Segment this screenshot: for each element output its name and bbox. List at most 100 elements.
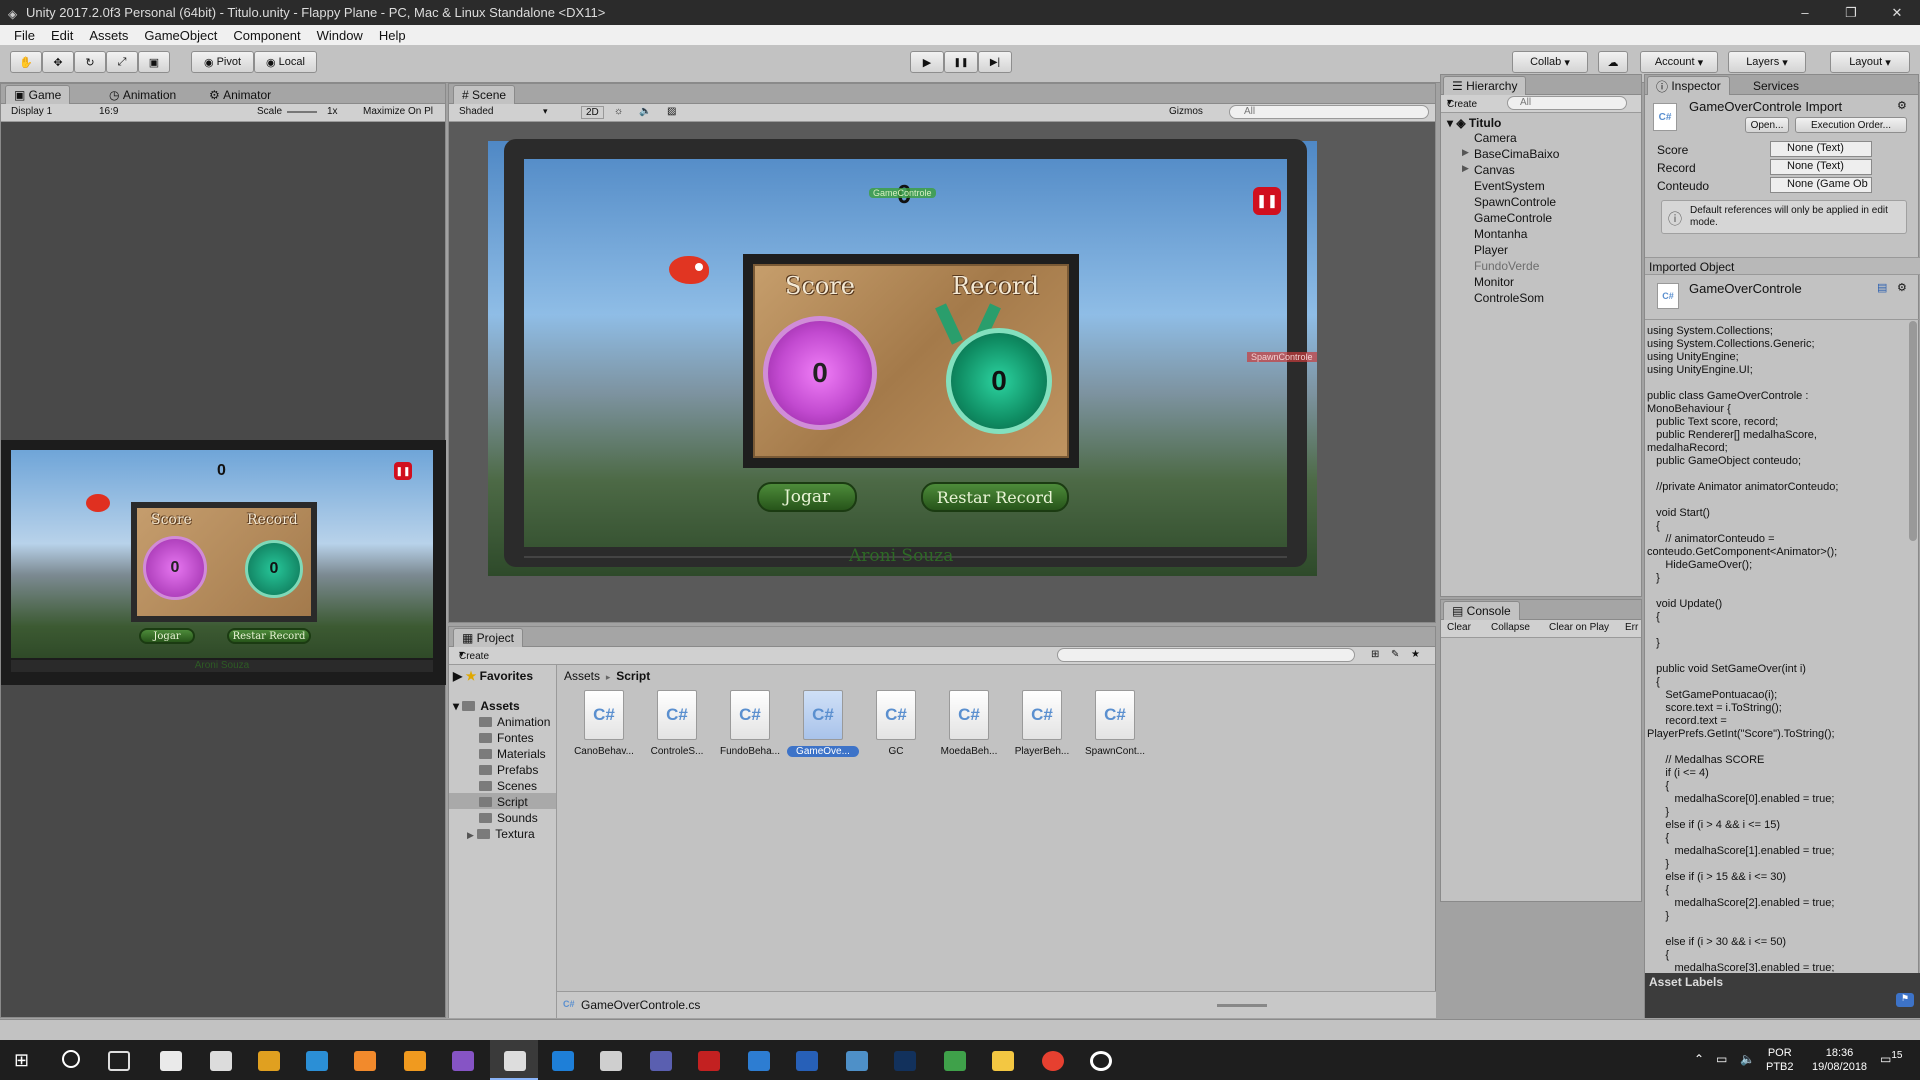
effects-toggle-icon[interactable]: ▨ bbox=[667, 106, 676, 117]
minimize-button[interactable]: – bbox=[1782, 0, 1828, 25]
local-toggle[interactable]: ◉ Local bbox=[254, 51, 317, 73]
shading-dropdown[interactable]: Shaded bbox=[459, 106, 493, 117]
visual-studio-icon[interactable] bbox=[452, 1051, 474, 1071]
network-icon[interactable]: ▭ bbox=[1716, 1052, 1727, 1066]
breadcrumb-script[interactable]: Script bbox=[616, 669, 650, 683]
layout-dropdown[interactable]: Layout ▾ bbox=[1830, 51, 1910, 73]
tab-scene[interactable]: # Scene bbox=[453, 85, 516, 104]
layers-dropdown[interactable]: Layers ▾ bbox=[1728, 51, 1806, 73]
scale-tool-icon[interactable]: ⤢ bbox=[106, 51, 138, 73]
scene-search-input[interactable]: All bbox=[1229, 105, 1429, 119]
scale-slider[interactable] bbox=[287, 111, 317, 113]
hierarchy-item[interactable]: Monitor bbox=[1474, 275, 1514, 289]
language-indicator[interactable]: POR PTB2 bbox=[1766, 1046, 1794, 1074]
volume-icon[interactable]: 🔈 bbox=[1740, 1052, 1755, 1066]
script-asset-selected[interactable]: C# GameOve... bbox=[787, 690, 859, 757]
cloud-icon[interactable]: ☁ bbox=[1598, 51, 1628, 73]
menu-gameobject[interactable]: GameObject bbox=[136, 28, 225, 43]
maximize-on-play-toggle[interactable]: Maximize On Pl bbox=[363, 106, 433, 117]
hierarchy-item[interactable]: Montanha bbox=[1474, 227, 1527, 241]
folder-item[interactable]: ▶ Textura bbox=[467, 827, 535, 841]
execution-order-button[interactable]: Execution Order... bbox=[1795, 117, 1907, 133]
label-tag-icon[interactable]: ⚑ bbox=[1896, 993, 1914, 1007]
folder-item[interactable]: Materials bbox=[479, 747, 546, 761]
filezilla-icon[interactable] bbox=[698, 1051, 720, 1071]
script-asset[interactable]: C# SpawnCont... bbox=[1079, 690, 1151, 757]
icon-size-slider[interactable] bbox=[1217, 1004, 1267, 1007]
menu-component[interactable]: Component bbox=[225, 28, 308, 43]
hierarchy-item[interactable]: Player bbox=[1474, 243, 1508, 257]
menu-help[interactable]: Help bbox=[371, 28, 414, 43]
hierarchy-create-dropdown[interactable]: Create ▾ bbox=[1447, 97, 1477, 110]
hierarchy-scene-root[interactable]: ▾ ◈ Titulo bbox=[1447, 116, 1501, 130]
folder-item[interactable]: Scenes bbox=[479, 779, 537, 793]
book-icon[interactable]: ▤ bbox=[1877, 281, 1887, 294]
search-icon[interactable] bbox=[62, 1050, 80, 1068]
tab-game[interactable]: ▣ Game bbox=[5, 85, 71, 104]
vscode-icon[interactable] bbox=[748, 1051, 770, 1071]
filter-type-icon[interactable]: ⊞ bbox=[1371, 649, 1379, 660]
rotate-tool-icon[interactable]: ↻ bbox=[74, 51, 106, 73]
app-icon[interactable] bbox=[846, 1051, 868, 1071]
tab-project[interactable]: ▦ Project bbox=[453, 628, 524, 647]
script-asset[interactable]: C# CanoBehav... bbox=[568, 690, 640, 757]
menu-edit[interactable]: Edit bbox=[43, 28, 81, 43]
folder-item[interactable]: Sounds bbox=[479, 811, 538, 825]
hierarchy-search-input[interactable]: All bbox=[1507, 96, 1627, 110]
display-dropdown[interactable]: Display 1 bbox=[11, 106, 52, 117]
calculator-icon[interactable] bbox=[210, 1051, 232, 1071]
expand-arrow-icon[interactable]: ▶ bbox=[467, 830, 474, 840]
script-asset[interactable]: C# GC bbox=[860, 690, 932, 757]
menu-file[interactable]: File bbox=[6, 28, 43, 43]
hierarchy-item[interactable]: FundoVerde bbox=[1474, 259, 1539, 273]
script-asset[interactable]: C# PlayerBeh... bbox=[1006, 690, 1078, 757]
menu-assets[interactable]: Assets bbox=[81, 28, 136, 43]
account-dropdown[interactable]: Account ▾ bbox=[1640, 51, 1718, 73]
unity-icon[interactable] bbox=[504, 1051, 526, 1071]
gear-icon[interactable]: ⚙ bbox=[1897, 99, 1907, 112]
project-search-input[interactable] bbox=[1057, 648, 1355, 662]
open-button[interactable]: Open... bbox=[1745, 117, 1789, 133]
expand-arrow-icon[interactable]: ▶ bbox=[1462, 147, 1469, 158]
hierarchy-item[interactable]: ▶ BaseCimaBaixo bbox=[1462, 147, 1559, 161]
filter-label-icon[interactable]: ✎ bbox=[1391, 649, 1399, 660]
folder-item[interactable]: Fontes bbox=[479, 731, 534, 745]
hierarchy-item[interactable]: ControleSom bbox=[1474, 291, 1544, 305]
assets-root-node[interactable]: ▾ Assets bbox=[453, 699, 520, 713]
app-icon[interactable] bbox=[258, 1051, 280, 1071]
hierarchy-item[interactable]: GameControle bbox=[1474, 211, 1552, 225]
aspect-dropdown[interactable]: 16:9 bbox=[99, 106, 118, 117]
gizmos-dropdown[interactable]: Gizmos bbox=[1169, 106, 1203, 117]
tab-animator[interactable]: ⚙ Animator bbox=[201, 85, 279, 104]
tab-inspector[interactable]: ⓘ Inspector bbox=[1647, 76, 1730, 95]
console-collapse-button[interactable]: Collapse bbox=[1491, 622, 1530, 633]
expand-arrow-icon[interactable]: ▶ bbox=[1462, 163, 1469, 174]
tray-chevron-icon[interactable]: ⌃ bbox=[1694, 1052, 1704, 1066]
tab-console[interactable]: ▤ Console bbox=[1443, 601, 1520, 620]
powershell-icon[interactable] bbox=[796, 1051, 818, 1071]
folder-item-selected[interactable]: Script bbox=[479, 795, 528, 809]
favorite-star-icon[interactable]: ★ bbox=[1411, 649, 1420, 660]
collab-dropdown[interactable]: Collab ▾ bbox=[1512, 51, 1588, 73]
console-error-toggle[interactable]: Err bbox=[1625, 622, 1638, 633]
play-button[interactable]: ▶ bbox=[910, 51, 944, 73]
pause-button[interactable]: ❚❚ bbox=[944, 51, 978, 73]
app-icon[interactable] bbox=[1090, 1051, 1112, 1071]
app-icon[interactable] bbox=[306, 1051, 328, 1071]
clock[interactable]: 18:36 19/08/2018 bbox=[1812, 1046, 1867, 1074]
sublime-icon[interactable] bbox=[404, 1051, 426, 1071]
tab-animation[interactable]: ◷ Animation bbox=[101, 85, 184, 104]
hierarchy-item[interactable]: SpawnControle bbox=[1474, 195, 1556, 209]
hierarchy-item[interactable]: EventSystem bbox=[1474, 179, 1545, 193]
audio-toggle-icon[interactable]: 🔈 bbox=[639, 106, 651, 117]
task-view-icon[interactable] bbox=[108, 1051, 130, 1071]
field-value[interactable]: None (Text) bbox=[1770, 141, 1872, 157]
console-clear-on-play-button[interactable]: Clear on Play bbox=[1549, 622, 1609, 633]
tab-services[interactable]: Services bbox=[1745, 76, 1807, 95]
photoshop-icon[interactable] bbox=[894, 1051, 916, 1071]
script-asset[interactable]: C# MoedaBeh... bbox=[933, 690, 1005, 757]
field-value[interactable]: None (Game Ob bbox=[1770, 177, 1872, 193]
folder-item[interactable]: Prefabs bbox=[479, 763, 538, 777]
gear-icon[interactable]: ⚙ bbox=[1897, 281, 1907, 294]
project-create-dropdown[interactable]: Create ▾ bbox=[459, 649, 489, 662]
